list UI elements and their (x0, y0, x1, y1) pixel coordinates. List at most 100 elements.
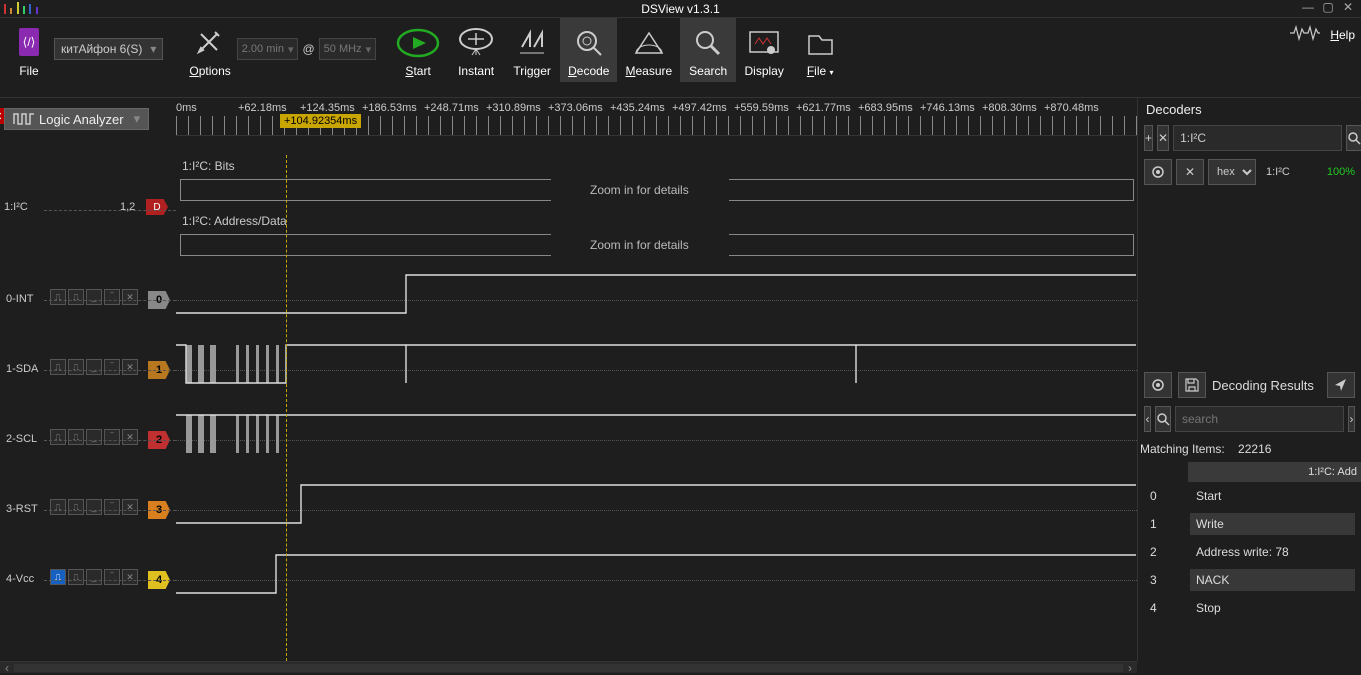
ruler-tick-label: +683.95ms (858, 102, 920, 114)
minimize-button[interactable]: — (1299, 0, 1317, 14)
channel-name: 3-RST (6, 503, 38, 515)
edge-any-icon[interactable]: ✕ (122, 359, 138, 375)
results-next-button[interactable]: › (1348, 406, 1355, 432)
edge-fall-icon[interactable]: ⎍ (68, 569, 84, 585)
level-high-icon[interactable]: ‾ (104, 289, 120, 305)
ruler-tick-label: +559.59ms (734, 102, 796, 114)
remove-decoder-button[interactable]: ✕ (1157, 125, 1169, 151)
channel-row: 2-SCL ⎍ ⎍ _ ‾ ✕ 2 (0, 405, 176, 475)
decoder-format-select[interactable]: hex (1208, 159, 1256, 185)
trigger-button[interactable]: Trigger (504, 18, 560, 82)
ruler-tick-label: 0ms (176, 102, 238, 114)
decoder-name-input[interactable] (1173, 125, 1342, 151)
channel-row: 1-SDA ⎍ ⎍ _ ‾ ✕ 1 (0, 335, 176, 405)
result-row[interactable]: 1Write (1144, 510, 1355, 538)
edge-fall-icon[interactable]: ⎍ (68, 359, 84, 375)
channels-panel: 1:I²C 1,2 D 0-INT ⎍ ⎍ _ ‾ ✕ 0 1-SDA ⎍ ⎍ … (0, 155, 176, 661)
results-search-input[interactable] (1175, 406, 1344, 432)
edge-fall-icon[interactable]: ⎍ (68, 289, 84, 305)
ruler-tick-label: +186.53ms (362, 102, 424, 114)
matching-count: 22216 (1238, 442, 1271, 456)
file-menu[interactable]: ⟨/⟩ File (4, 18, 54, 82)
level-high-icon[interactable]: ‾ (104, 499, 120, 515)
edge-rise-icon[interactable]: ⎍ (50, 499, 66, 515)
decode-button[interactable]: Decode (560, 18, 617, 82)
ruler-tick-label: +435.24ms (610, 102, 672, 114)
close-button[interactable]: ✕ (1339, 0, 1357, 14)
results-save-button[interactable] (1178, 372, 1206, 398)
ruler-tick-label: +870.48ms (1044, 102, 1106, 114)
mode-selector[interactable]: Logic Analyzer ▾ (4, 108, 149, 130)
results-title: Decoding Results (1212, 378, 1321, 393)
level-low-icon[interactable]: _ (86, 359, 102, 375)
ruler-tick-label: +373.06ms (548, 102, 610, 114)
level-high-icon[interactable]: ‾ (104, 429, 120, 445)
results-prev-button[interactable]: ‹ (1144, 406, 1151, 432)
file2-button[interactable]: File ▾ (792, 18, 848, 82)
activity-icon (1290, 24, 1320, 45)
decode-channels-nums: 1,2 (120, 201, 135, 213)
zoom-hint-2: Zoom in for details (550, 238, 729, 252)
add-decoder-button[interactable]: + (1144, 125, 1153, 151)
edge-fall-icon[interactable]: ⎍ (68, 429, 84, 445)
results-list[interactable]: 0Start1Write2Address write: 783NACK4Stop (1138, 482, 1361, 661)
edge-any-icon[interactable]: ✕ (122, 429, 138, 445)
edge-rise-icon[interactable]: ⎍ (50, 429, 66, 445)
edge-any-icon[interactable]: ✕ (122, 289, 138, 305)
decoders-title: Decoders (1138, 98, 1361, 121)
start-button[interactable]: Start (388, 18, 448, 82)
results-locate-button[interactable] (1327, 372, 1355, 398)
decoder-close-button[interactable]: ✕ (1176, 159, 1204, 185)
edge-rise-icon[interactable]: ⎍ (50, 359, 66, 375)
channel-row: 3-RST ⎍ ⎍ _ ‾ ✕ 3 (0, 475, 176, 545)
decoder-search-icon[interactable] (1346, 125, 1361, 151)
results-column-header[interactable]: 1:I²C: Add (1188, 462, 1361, 482)
edge-any-icon[interactable]: ✕ (122, 499, 138, 515)
help-menu[interactable]: Help (1330, 28, 1355, 42)
level-low-icon[interactable]: _ (86, 569, 102, 585)
edge-any-icon[interactable]: ✕ (122, 569, 138, 585)
instant-button[interactable]: Instant (448, 18, 504, 82)
edge-rise-icon[interactable]: ⎍ (50, 289, 66, 305)
level-low-icon[interactable]: _ (86, 499, 102, 515)
result-row[interactable]: 0Start (1144, 482, 1355, 510)
channel-name: 1-SDA (6, 363, 38, 375)
edge-fall-icon[interactable]: ⎍ (68, 499, 84, 515)
logic-icon (13, 112, 35, 126)
level-high-icon[interactable]: ‾ (104, 569, 120, 585)
level-low-icon[interactable]: _ (86, 289, 102, 305)
channel-row: 4-Vcc ⎍ ⎍ _ ‾ ✕ 4 (0, 545, 176, 615)
result-row[interactable]: 4Stop (1144, 594, 1355, 622)
options-menu[interactable]: Options (183, 18, 236, 82)
decode-protocol-label: 1:I²C (4, 201, 28, 213)
decode-marker[interactable]: D (146, 199, 168, 215)
freq-input[interactable]: 50 MHz▾ (319, 38, 376, 60)
search-button[interactable]: Search (680, 18, 736, 82)
level-high-icon[interactable]: ‾ (104, 359, 120, 375)
ruler-tick-label: +62.18ms (238, 102, 300, 114)
ruler-tick-label: +746.13ms (920, 102, 982, 114)
level-low-icon[interactable]: _ (86, 429, 102, 445)
right-panel: Decoders + ✕ ✕ hex 1:I²C 100% Decoding R… (1137, 98, 1361, 661)
display-button[interactable]: Display (736, 18, 792, 82)
ruler-tick-label: +310.89ms (486, 102, 548, 114)
svg-text:⟨/⟩: ⟨/⟩ (23, 35, 36, 49)
horizontal-scrollbar[interactable]: ‹ › (0, 661, 1137, 673)
maximize-button[interactable]: ▢ (1319, 0, 1337, 14)
app-title: DSView v1.3.1 (641, 2, 720, 16)
edge-rise-icon[interactable]: ⎍ (50, 569, 66, 585)
decoder-proto-label: 1:I²C (1260, 166, 1323, 178)
title-bar: DSView v1.3.1 — ▢ ✕ (0, 0, 1361, 18)
device-select[interactable]: китАйфон 6(S)▾ (54, 38, 163, 60)
result-row[interactable]: 2Address write: 78 (1144, 538, 1355, 566)
cursor-time-flag: +104.92354ms (280, 114, 361, 128)
ruler-tick-label: +497.42ms (672, 102, 734, 114)
waveform-area[interactable]: 1:I²C: Bits Zoom in for details 1:I²C: A… (176, 155, 1137, 661)
decoder-settings-button[interactable] (1144, 159, 1172, 185)
ruler-tick-label: +621.77ms (796, 102, 858, 114)
main-toolbar: ⟨/⟩ File китАйфон 6(S)▾ Options 2.00 min… (0, 18, 1361, 98)
result-row[interactable]: 3NACK (1144, 566, 1355, 594)
measure-button[interactable]: Measure (617, 18, 680, 82)
results-settings-button[interactable] (1144, 372, 1172, 398)
time-input[interactable]: 2.00 min▾ (237, 38, 299, 60)
